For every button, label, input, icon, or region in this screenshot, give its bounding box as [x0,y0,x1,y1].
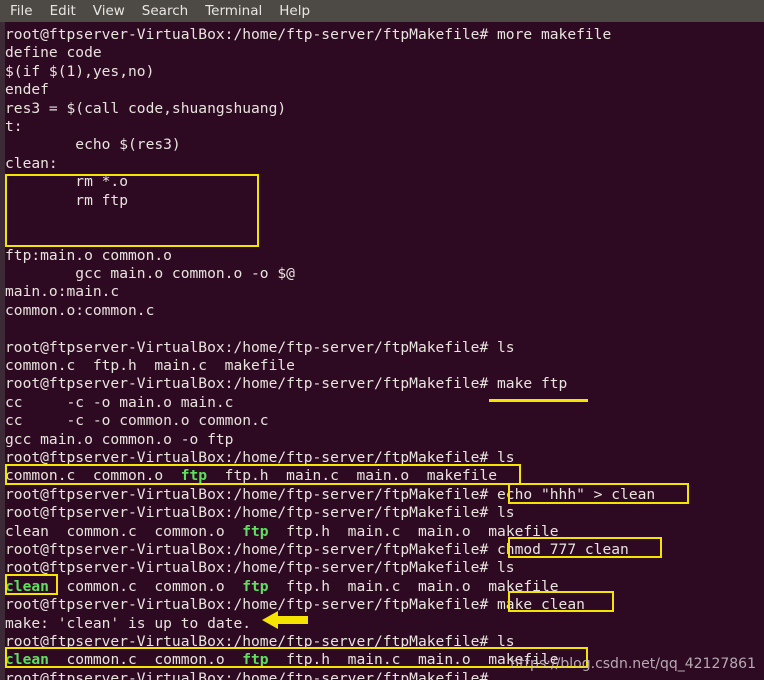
executable-filename: clean [5,651,49,669]
terminal-line: rm ftp [5,191,129,209]
terminal-screen[interactable]: root@ftpserver-VirtualBox:/home/ftp-serv… [0,22,764,680]
terminal-line: clean: [5,154,58,172]
terminal-text: ftp.h main.c main.o makefile [268,522,559,540]
terminal-line: clean common.c common.o ftp ftp.h main.c… [5,578,764,596]
terminal-line: gcc main.o common.o -o ftp [5,430,234,448]
terminal-line: clean common.c common.o ftp ftp.h main.c… [5,523,764,541]
terminal-line: endef [5,81,49,99]
terminal-text: clean common.c common.o [5,522,243,540]
terminal-line: root@ftpserver-VirtualBox:/home/ftp-serv… [5,596,585,614]
terminal-text: common.c common.o [48,577,243,595]
terminal-line: root@ftpserver-VirtualBox:/home/ftp-serv… [5,375,568,393]
menu-item-help[interactable]: Help [279,0,310,22]
menu-item-view[interactable]: View [93,0,125,22]
terminal-text: ftp.h main.c main.o makefile [207,467,498,485]
executable-filename: clean [5,577,49,595]
terminal-line: root@ftpserver-VirtualBox:/home/ftp-serv… [5,632,515,650]
terminal-text: common.c common.o [48,651,243,669]
terminal-line: define code [5,44,102,62]
terminal-line: rm *.o [5,173,129,191]
terminal-text: common.c common.o [5,467,181,485]
terminal-line: root@ftpserver-VirtualBox:/home/ftp-serv… [5,448,515,466]
terminal-output: root@ftpserver-VirtualBox:/home/ftp-serv… [5,22,764,680]
terminal-line: make: 'clean' is up to date. [5,614,252,632]
menu-item-search[interactable]: Search [142,0,188,22]
menu-item-file[interactable]: File [10,0,33,22]
terminal-line: cc -c -o common.o common.c [5,412,269,430]
terminal-line: main.o:main.c [5,283,120,301]
terminal-line: $(if $(1),yes,no) [5,62,155,80]
terminal-line: root@ftpserver-VirtualBox:/home/ftp-serv… [5,504,515,522]
terminal-line: gcc main.o common.o -o $@ [5,265,295,283]
executable-filename: ftp [242,651,269,669]
terminal-line: ftp:main.o common.o [5,246,172,264]
terminal-line: echo $(res3) [5,136,181,154]
terminal-line: cc -c -o main.o main.c [5,393,234,411]
terminal-line: t: [5,117,23,135]
menu-bar: File Edit View Search Terminal Help [0,0,764,22]
menu-item-terminal[interactable]: Terminal [205,0,262,22]
terminal-line: root@ftpserver-VirtualBox:/home/ftp-serv… [5,559,515,577]
terminal-line: root@ftpserver-VirtualBox:/home/ftp-serv… [5,485,656,503]
menu-item-edit[interactable]: Edit [50,0,76,22]
executable-filename: ftp [242,577,269,595]
terminal-line: root@ftpserver-VirtualBox:/home/ftp-serv… [5,26,612,43]
terminal-line: common.o:common.c [5,301,155,319]
terminal-text: ftp.h main.c main.o makefile [268,577,559,595]
executable-filename: ftp [242,522,269,540]
terminal-line: res3 = $(call code,shuangshuang) [5,99,287,117]
terminal-line: common.c common.o ftp ftp.h main.c main.… [5,467,764,485]
watermark-text: https://blog.csdn.net/qq_42127861 [510,656,756,672]
terminal-line: root@ftpserver-VirtualBox:/home/ftp-serv… [5,338,515,356]
executable-filename: ftp [180,467,208,485]
terminal-line: common.c ftp.h main.c makefile [5,357,295,375]
terminal-line: root@ftpserver-VirtualBox:/home/ftp-serv… [5,540,629,558]
